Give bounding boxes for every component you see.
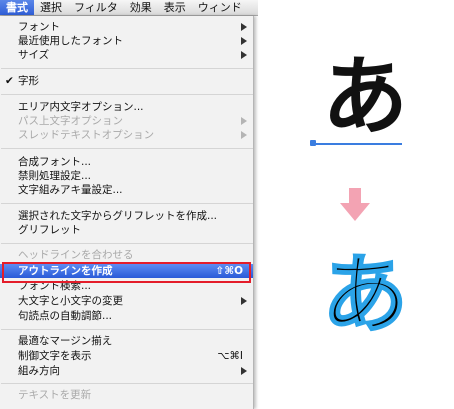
menu-item-glyph[interactable]: ✔ 字形 [0, 74, 253, 88]
menu-item-path-text-options: パス上文字オプション [0, 114, 253, 128]
menu-item-fit-headline: ヘッドラインを合わせる [18, 249, 134, 261]
menu-separator [1, 94, 253, 95]
checkmark-icon: ✔ [5, 75, 14, 87]
menu-separator [1, 68, 253, 69]
submenu-arrow-icon [241, 23, 247, 31]
menu-item-recent-font[interactable]: 最近使用したフォント [0, 34, 253, 48]
menu-separator [1, 148, 253, 149]
menu-item-change-case[interactable]: 大文字と小文字の変更 [0, 294, 253, 308]
menu-separator [1, 383, 253, 384]
menu-item-kinsoku-settings[interactable]: 禁則処理設定... [0, 169, 253, 183]
menubar-window[interactable]: ウィンド [192, 0, 248, 15]
menubar-select[interactable]: 選択 [34, 0, 68, 15]
shortcut-show-hidden-chars: ⌥⌘I [217, 350, 243, 362]
type-menu: フォント 最近使用したフォント サイズ ✔ 字形 エリア内文字オプション... … [0, 16, 254, 409]
highlight-box [2, 262, 251, 283]
menu-item-create-glyphlet[interactable]: 選択された文字からグリフレットを作成... [0, 209, 253, 223]
menu-item-composite-fonts[interactable]: 合成フォント... [0, 155, 253, 169]
glyph-before: あ [322, 47, 408, 147]
menu-item-smart-punctuation[interactable]: 句読点の自動調節... [0, 309, 253, 323]
outline-illustration: あ あ [300, 50, 440, 370]
menu-item-optical-margin[interactable]: 最適なマージン揃え [0, 334, 253, 348]
menu-separator [1, 329, 253, 330]
menu-separator [1, 243, 253, 244]
submenu-arrow-icon [241, 51, 247, 59]
submenu-arrow-icon [241, 117, 247, 125]
submenu-arrow-icon [241, 131, 247, 139]
menu-bar: 書式 選択 フィルタ 効果 表示 ウィンド [0, 0, 258, 16]
menu-separator [1, 203, 253, 204]
menu-item-threaded-text-options: スレッドテキストオプション [0, 128, 253, 142]
menu-item-mojikumi-settings[interactable]: 文字組みアキ量設定... [0, 183, 253, 197]
text-baseline [314, 143, 402, 145]
menubar-filter[interactable]: フィルタ [68, 0, 124, 15]
glyph-after-outlined: あ [321, 245, 409, 345]
down-arrow-icon [340, 188, 370, 221]
menu-item-glyphlet[interactable]: グリフレット [0, 223, 253, 237]
menu-item-area-text-options[interactable]: エリア内文字オプション... [0, 100, 253, 114]
menu-item-show-hidden-chars[interactable]: 制御文字を表示 ⌥⌘I [0, 349, 253, 363]
menu-item-type-orientation[interactable]: 組み方向 [0, 364, 253, 378]
submenu-arrow-icon [241, 297, 247, 305]
menu-item-size[interactable]: サイズ [0, 48, 253, 62]
submenu-arrow-icon [241, 37, 247, 45]
menubar-type[interactable]: 書式 [0, 0, 34, 15]
menu-item-update-legacy-text: テキストを更新 [18, 389, 92, 401]
menubar-view[interactable]: 表示 [158, 0, 192, 15]
menubar-effect[interactable]: 効果 [124, 0, 158, 15]
submenu-arrow-icon [241, 367, 247, 375]
menu-item-font[interactable]: フォント [0, 20, 253, 34]
